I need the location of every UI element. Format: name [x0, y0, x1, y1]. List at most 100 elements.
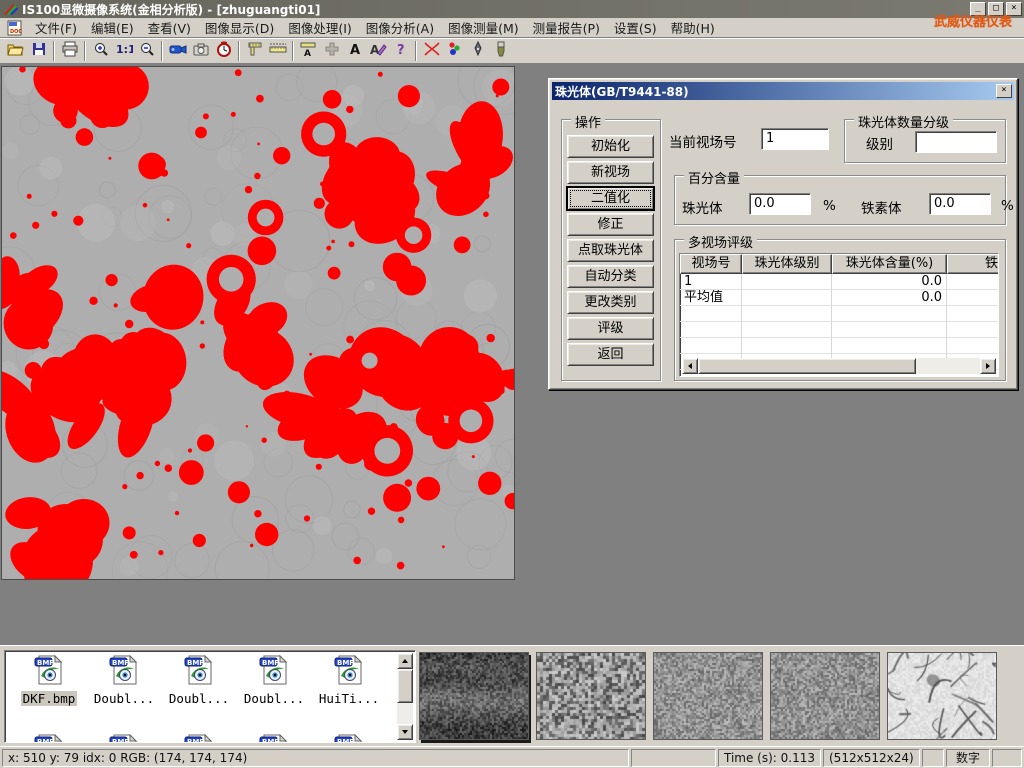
pen-button[interactable] [466, 40, 489, 62]
menu-item-3[interactable]: 查看(V) [141, 16, 198, 39]
menu-item-10[interactable]: 帮助(H) [664, 16, 722, 39]
file-item-2[interactable]: BMPDoubl... [88, 654, 160, 706]
thumbnail-4[interactable] [770, 652, 880, 740]
dialog-close-icon[interactable]: × [996, 84, 1012, 98]
thumbnail-1[interactable] [419, 652, 529, 740]
pattern-grid-button[interactable] [320, 40, 343, 62]
op-button-8[interactable]: 评级 [567, 317, 654, 340]
op-button-4[interactable]: 修正 [567, 213, 654, 236]
op-button-2[interactable]: 新视场 [567, 161, 654, 184]
menu-item-8[interactable]: 测量报告(P) [526, 16, 607, 39]
document-icon[interactable]: DOC [6, 20, 24, 36]
file-label[interactable]: Doubl... [167, 691, 231, 706]
dialog-title-bar[interactable]: 珠光体(GB/T9441-88) × [552, 82, 1014, 100]
menu-item-4[interactable]: 图像显示(D) [198, 16, 281, 39]
file-item-1[interactable]: BMPDKF.bmp [13, 654, 85, 706]
file-item-partial-2[interactable]: BMP [88, 733, 160, 743]
video-camera-button[interactable] [166, 40, 189, 62]
table-cell [832, 338, 947, 354]
menu-item-6[interactable]: 图像分析(A) [359, 16, 441, 39]
timer-button[interactable] [212, 40, 235, 62]
save-button[interactable] [27, 40, 50, 62]
caliper-button[interactable] [243, 40, 266, 62]
annotate-button[interactable]: A [366, 40, 389, 62]
scrollbar-thumb[interactable] [397, 669, 413, 703]
column-header-2[interactable]: 珠光体级别 [742, 254, 832, 274]
table-cell: 平均值 [680, 290, 742, 306]
op-button-9[interactable]: 返回 [567, 343, 654, 366]
curve-tool-button[interactable] [420, 40, 443, 62]
scrollbar-track[interactable] [916, 358, 980, 374]
column-header-3[interactable]: 珠光体含量(%) [832, 254, 947, 274]
actual-size-button[interactable]: 1:1 [112, 40, 135, 62]
menu-item-1[interactable]: 文件(F) [28, 16, 84, 39]
scrollbar-thumb[interactable] [698, 358, 916, 374]
print-button[interactable] [58, 40, 81, 62]
column-header-4[interactable]: 铁素体 [947, 254, 999, 274]
file-browser-scrollbar[interactable] [397, 653, 413, 740]
table-row[interactable]: 平均值 0.0 [680, 290, 998, 306]
file-item-partial-4[interactable]: BMP [238, 733, 310, 743]
thumbnail-3[interactable] [653, 652, 763, 740]
menu-item-7[interactable]: 图像测量(M) [441, 16, 526, 39]
column-header-1[interactable]: 视场号 [680, 254, 742, 274]
table-cell [947, 322, 999, 338]
file-item-4[interactable]: BMPDoubl... [238, 654, 310, 706]
bmp-file-icon: BMP [182, 675, 216, 689]
file-item-partial-5[interactable]: BMP [313, 733, 385, 743]
open-button[interactable] [4, 40, 27, 62]
op-button-3[interactable]: 二值化 [567, 187, 654, 210]
thumbnail-5[interactable] [887, 652, 997, 740]
scroll-right-icon[interactable] [980, 358, 996, 374]
file-label[interactable]: DKF.bmp [21, 691, 78, 706]
rating-table[interactable]: 视场号珠光体级别珠光体含量(%)铁素体10.0平均值 0.0 [679, 253, 999, 377]
table-row[interactable] [680, 306, 998, 322]
file-item-partial-1[interactable]: BMP [13, 733, 85, 743]
file-item-5[interactable]: BMPHuiTi... [313, 654, 385, 706]
phase-dots-button[interactable] [443, 40, 466, 62]
table-hscrollbar[interactable] [682, 358, 996, 374]
thumbnail-5-image [888, 653, 996, 739]
file-item-partial-3[interactable]: BMP [163, 733, 235, 743]
table-cell: 0.0 [832, 290, 947, 306]
timer-icon [216, 41, 232, 60]
table-row[interactable] [680, 338, 998, 354]
capture-button[interactable] [189, 40, 212, 62]
file-item-3[interactable]: BMP Doubl... [163, 654, 235, 706]
menu-items: 文件(F)编辑(E)查看(V)图像显示(D)图像处理(I)图像分析(A)图像测量… [28, 16, 722, 39]
op-button-1[interactable]: 初始化 [567, 135, 654, 158]
status-bar: x: 510 y: 79 idx: 0 RGB: (174, 174, 174)… [0, 746, 1024, 768]
op-button-5[interactable]: 点取珠光体 [567, 239, 654, 262]
scroll-down-icon[interactable] [397, 724, 413, 740]
zoom-in-button[interactable] [89, 40, 112, 62]
help-button[interactable]: ? [389, 40, 412, 62]
ferrite-input[interactable]: 0.0 [929, 193, 991, 215]
op-button-6[interactable]: 自动分类 [567, 265, 654, 288]
binarized-micrograph-image[interactable] [1, 66, 515, 580]
table-row[interactable] [680, 322, 998, 338]
toolbar-separator [292, 41, 294, 61]
scroll-up-icon[interactable] [397, 653, 413, 669]
menu-item-9[interactable]: 设置(S) [607, 16, 664, 39]
file-label[interactable]: Doubl... [92, 691, 156, 706]
annotate-icon: A [369, 41, 387, 60]
table-row[interactable]: 10.0 [680, 274, 998, 290]
measure-label-button[interactable]: A [297, 40, 320, 62]
grade-input[interactable] [915, 131, 997, 153]
ruler-button[interactable] [266, 40, 289, 62]
table-cell [947, 274, 999, 290]
file-label[interactable]: Doubl... [242, 691, 306, 706]
file-label[interactable]: HuiTi... [317, 691, 381, 706]
menu-item-2[interactable]: 编辑(E) [84, 16, 141, 39]
op-button-7[interactable]: 更改类别 [567, 291, 654, 314]
text-button[interactable]: A [343, 40, 366, 62]
brush-button[interactable] [489, 40, 512, 62]
thumbnail-2[interactable] [536, 652, 646, 740]
scroll-left-icon[interactable] [682, 358, 698, 374]
print-icon [61, 41, 79, 60]
pearlite-input[interactable]: 0.0 [749, 193, 811, 215]
toolbar-separator [84, 41, 86, 61]
menu-item-5[interactable]: 图像处理(I) [281, 16, 358, 39]
current-field-input[interactable]: 1 [761, 128, 829, 150]
zoom-out-button[interactable] [135, 40, 158, 62]
